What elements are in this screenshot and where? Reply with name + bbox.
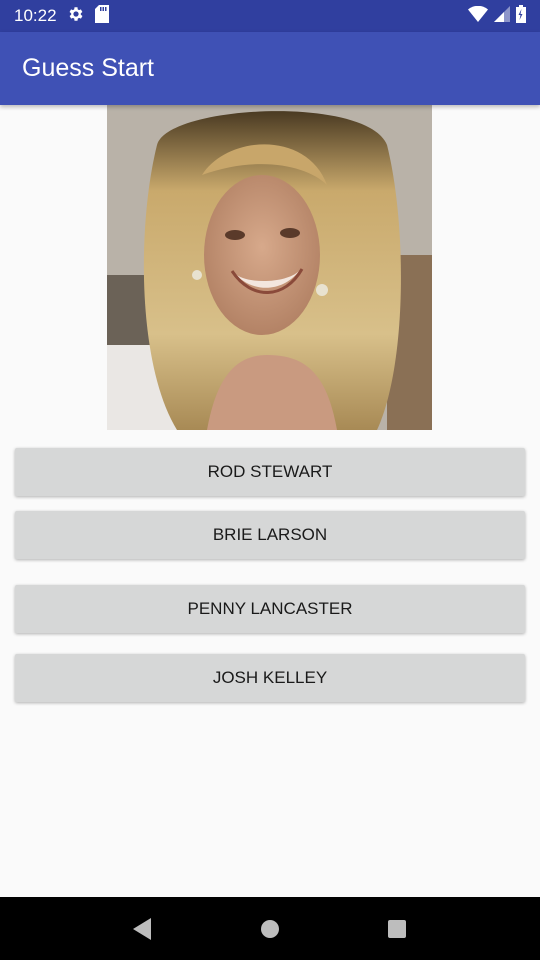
- sd-card-icon: [94, 4, 109, 28]
- app-title: Guess Start: [22, 54, 154, 82]
- celebrity-photo: [107, 105, 432, 430]
- wifi-icon: [468, 5, 488, 27]
- app-bar: Guess Start: [0, 32, 540, 105]
- answer-button-1[interactable]: ROD STEWART: [15, 448, 525, 496]
- gear-icon: [67, 5, 85, 28]
- answer-button-3[interactable]: PENNY LANCASTER: [15, 585, 525, 633]
- back-icon[interactable]: [123, 909, 163, 949]
- content-area: ROD STEWART BRIE LARSON PENNY LANCASTER …: [0, 105, 540, 897]
- signal-icon: [494, 5, 510, 27]
- answer-button-4[interactable]: JOSH KELLEY: [15, 654, 525, 702]
- home-icon[interactable]: [250, 909, 290, 949]
- battery-icon: [516, 4, 526, 28]
- portrait-image: [107, 105, 432, 430]
- status-time: 10:22: [14, 6, 57, 25]
- status-bar: 10:22: [0, 0, 540, 32]
- recents-icon[interactable]: [377, 909, 417, 949]
- answer-button-2[interactable]: BRIE LARSON: [15, 511, 525, 559]
- navigation-bar: [0, 897, 540, 960]
